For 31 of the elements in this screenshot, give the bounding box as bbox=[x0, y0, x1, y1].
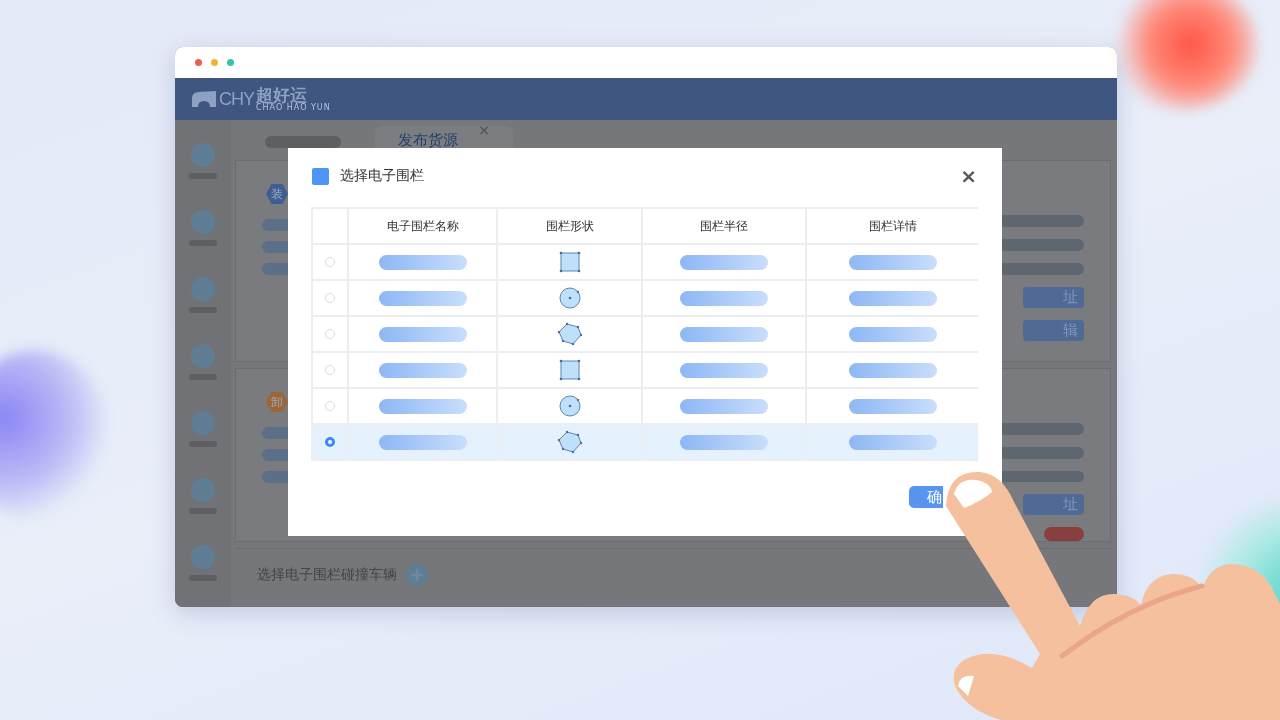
nav-icon[interactable] bbox=[188, 276, 218, 314]
window-control-dot[interactable] bbox=[211, 59, 218, 66]
close-icon[interactable]: × bbox=[960, 164, 977, 188]
hexagon-badge: 卸 bbox=[266, 391, 288, 413]
nav-icon[interactable] bbox=[188, 410, 218, 448]
confirm-button[interactable]: 确 bbox=[909, 486, 943, 508]
column-header: 围栏详情 bbox=[807, 209, 978, 243]
nav-icon[interactable] bbox=[188, 477, 218, 515]
polygon-shape-icon bbox=[556, 321, 583, 347]
add-icon[interactable] bbox=[405, 563, 429, 587]
delete-button[interactable] bbox=[1044, 527, 1084, 541]
column-header: 围栏半径 bbox=[643, 209, 805, 243]
logo-subtitle: CHAO HAO YUN bbox=[256, 103, 331, 112]
radio-button[interactable] bbox=[325, 437, 335, 447]
nav-icon[interactable] bbox=[188, 343, 218, 381]
window-control-dot[interactable] bbox=[195, 59, 202, 66]
window-control-dot[interactable] bbox=[227, 59, 234, 66]
logo-text: CHY bbox=[219, 88, 254, 110]
nav-icon[interactable] bbox=[188, 209, 218, 247]
dialog-title: 选择电子围栏 bbox=[340, 167, 425, 185]
square-icon bbox=[312, 167, 329, 185]
circle-shape-icon bbox=[556, 393, 583, 419]
polygon-shape-icon bbox=[556, 429, 583, 455]
column-header: 电子围栏名称 bbox=[349, 209, 496, 243]
circle-shape-icon bbox=[556, 285, 583, 311]
hexagon-badge: 装 bbox=[266, 183, 288, 205]
nav-icon[interactable] bbox=[188, 544, 218, 582]
logo-text: 超好运 bbox=[256, 86, 308, 104]
tab-label[interactable]: 发布货源 bbox=[398, 130, 459, 150]
nav-icon[interactable] bbox=[188, 142, 218, 180]
column-header: 围栏形状 bbox=[498, 209, 641, 243]
